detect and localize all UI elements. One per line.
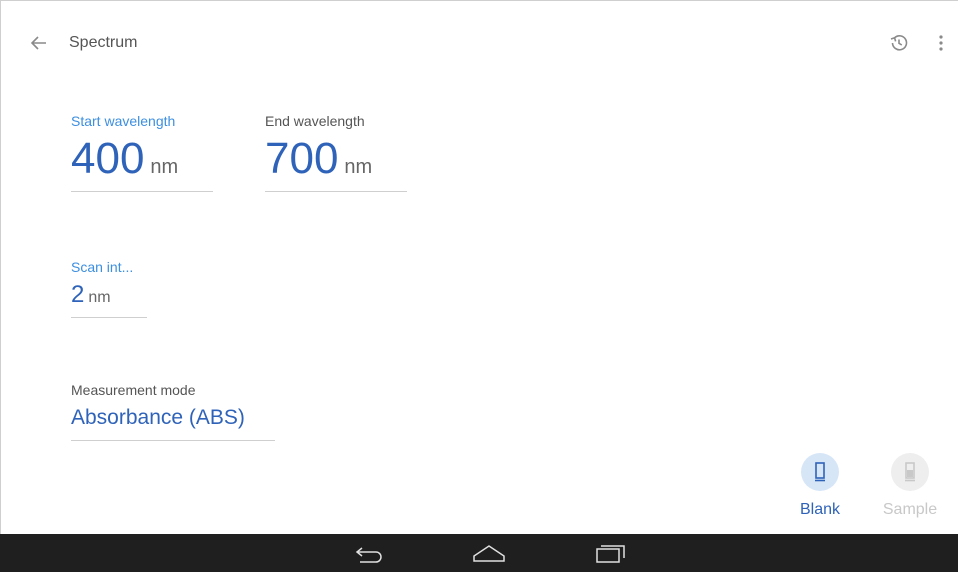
scan-interval-unit: nm — [88, 289, 111, 306]
scan-interval-label: Scan int... — [71, 259, 134, 275]
arrow-left-icon — [30, 36, 46, 50]
start-wavelength-value[interactable]: 400 — [71, 137, 144, 181]
measurement-mode-underline — [71, 440, 275, 441]
measurement-mode-value[interactable]: Absorbance (ABS) — [71, 406, 275, 430]
start-wavelength-value-row: 400 nm — [71, 137, 213, 181]
start-wavelength-underline — [71, 191, 213, 192]
measurement-mode-field[interactable]: Measurement mode Absorbance (ABS) — [71, 382, 275, 441]
history-icon — [890, 35, 908, 51]
nav-back-button[interactable] — [352, 542, 386, 564]
start-wavelength-unit: nm — [150, 156, 179, 178]
end-wavelength-value-row: 700 nm — [265, 137, 407, 181]
back-button[interactable] — [27, 31, 51, 55]
nav-home-button[interactable] — [472, 542, 506, 564]
more-options-button[interactable] — [933, 31, 949, 55]
end-wavelength-value[interactable]: 700 — [265, 137, 338, 181]
end-wavelength-label: End wavelength — [265, 113, 365, 129]
sample-label: Sample — [882, 501, 938, 518]
blank-icon-circle — [801, 453, 839, 491]
page-title: Spectrum — [69, 34, 138, 51]
end-wavelength-unit: nm — [344, 156, 373, 178]
nav-back-icon — [355, 547, 382, 563]
cuvette-sample-icon — [905, 462, 915, 482]
measurement-mode-label: Measurement mode — [71, 382, 196, 398]
nav-recents-button[interactable] — [594, 542, 628, 564]
start-wavelength-field[interactable]: Start wavelength 400 nm — [71, 113, 213, 192]
more-vert-icon — [939, 35, 943, 51]
cuvette-icon — [815, 462, 825, 482]
scan-interval-value-row: 2 nm — [71, 283, 147, 307]
history-button[interactable] — [887, 31, 911, 55]
start-wavelength-label: Start wavelength — [71, 113, 176, 129]
blank-button[interactable]: Blank — [785, 453, 855, 519]
app-window: Spectrum Start wavelength 400 nm End wav… — [0, 0, 958, 534]
blank-label: Blank — [799, 501, 841, 518]
app-bar: Spectrum — [1, 1, 958, 85]
scan-interval-underline — [71, 317, 147, 318]
sample-button[interactable]: Sample — [875, 453, 945, 519]
sample-icon-circle — [891, 453, 929, 491]
end-wavelength-field[interactable]: End wavelength 700 nm — [265, 113, 407, 192]
nav-home-icon — [473, 545, 505, 562]
nav-recents-icon — [596, 545, 625, 563]
system-nav-bar — [0, 534, 958, 572]
scan-interval-value[interactable]: 2 — [71, 283, 84, 307]
end-wavelength-underline — [265, 191, 407, 192]
scan-interval-field[interactable]: Scan int... 2 nm — [71, 259, 147, 318]
